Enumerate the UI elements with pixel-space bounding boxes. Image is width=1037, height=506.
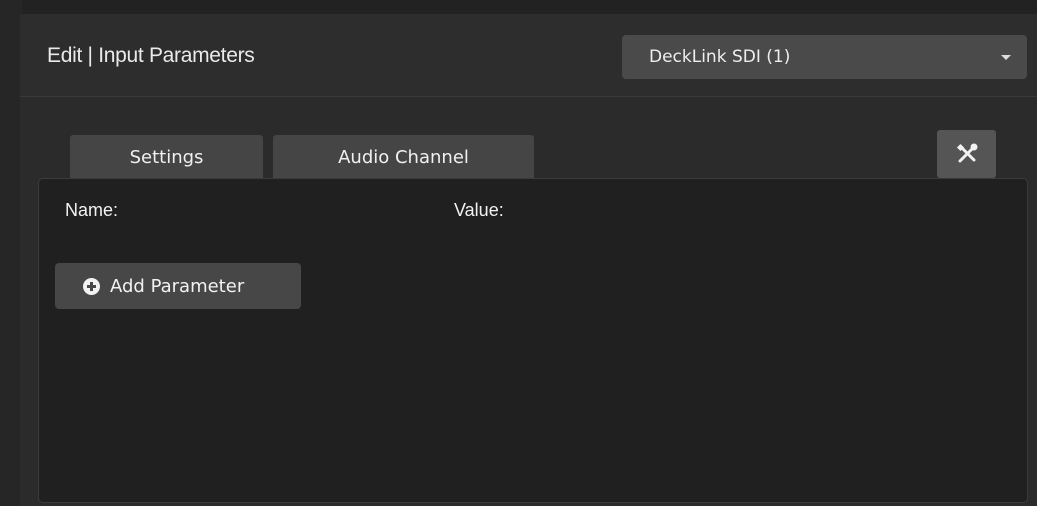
plus-circle-icon: [83, 277, 100, 295]
background-window-edge: [0, 0, 22, 506]
tools-button[interactable]: [937, 130, 996, 178]
tab-settings[interactable]: Settings: [70, 135, 263, 179]
tab-settings-label: Settings: [129, 146, 204, 168]
dialog-title: Edit | Input Parameters: [47, 44, 255, 67]
value-column-label: Value:: [454, 200, 504, 220]
chevron-down-icon: [1001, 55, 1011, 60]
device-select-dropdown[interactable]: DeckLink SDI (1): [622, 35, 1027, 79]
tab-audio-channel-label: Audio Channel: [338, 146, 469, 168]
tools-icon: [956, 143, 977, 163]
dialog-header: Edit | Input Parameters DeckLink SDI (1): [20, 14, 1037, 97]
background-window: [0, 0, 1037, 14]
device-select-value: DeckLink SDI (1): [649, 47, 791, 67]
add-parameter-label: Add Parameter: [110, 275, 245, 297]
parameters-panel: [38, 178, 1028, 503]
add-parameter-button[interactable]: Add Parameter: [55, 263, 301, 309]
tab-audio-channel[interactable]: Audio Channel: [273, 135, 534, 179]
name-column-label: Name:: [65, 200, 119, 220]
